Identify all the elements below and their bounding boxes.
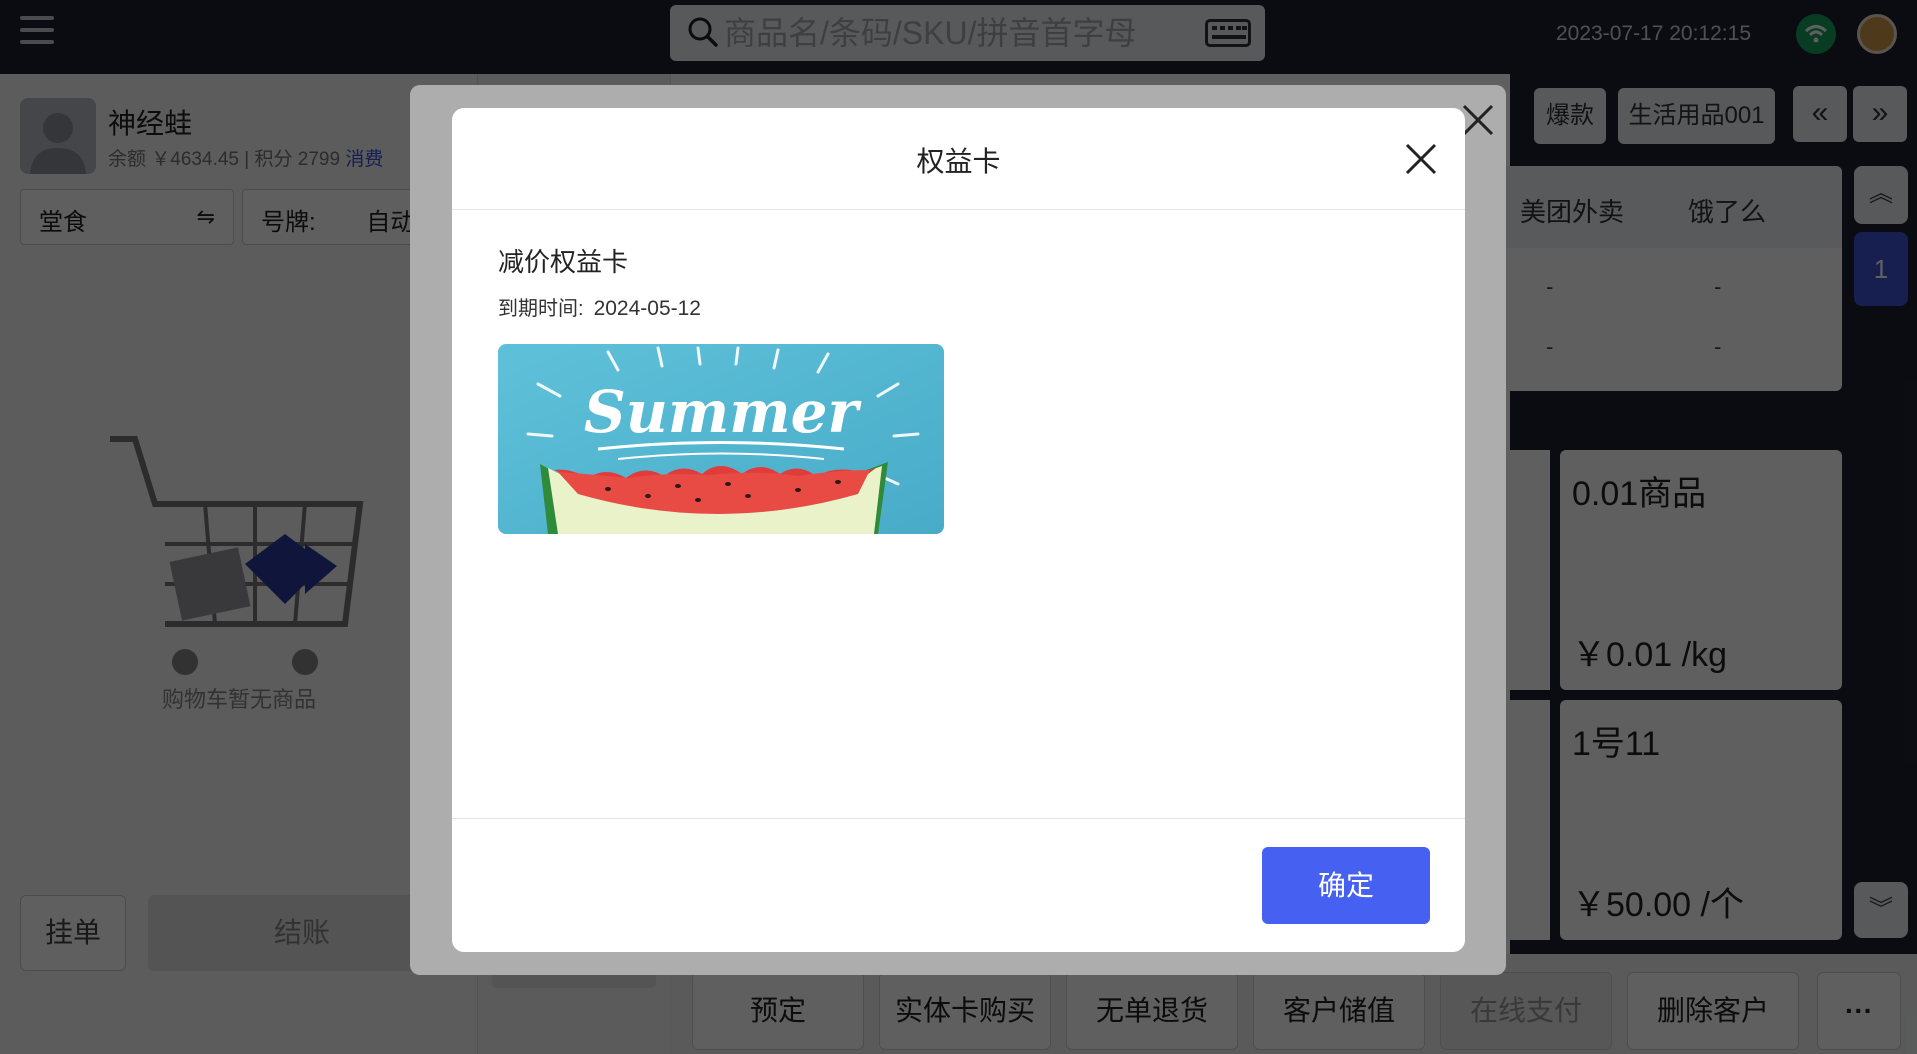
expire-row: 到期时间: 2024-05-12	[498, 292, 701, 321]
benefit-card-name: 减价权益卡	[498, 247, 629, 277]
divider	[452, 209, 1465, 210]
close-icon[interactable]	[1404, 142, 1438, 176]
expire-label: 到期时间:	[498, 298, 584, 320]
benefit-card-image: Summer	[498, 344, 944, 534]
svg-text:Summer: Summer	[584, 378, 863, 446]
benefit-card-modal: 权益卡 减价权益卡 到期时间: 2024-05-12 Summer 确定	[452, 108, 1465, 952]
close-icon[interactable]	[1460, 102, 1496, 138]
modal-title: 权益卡	[916, 146, 1001, 177]
expire-value: 2024-05-12	[593, 297, 701, 320]
confirm-button[interactable]: 确定	[1262, 847, 1430, 924]
divider	[452, 818, 1465, 819]
